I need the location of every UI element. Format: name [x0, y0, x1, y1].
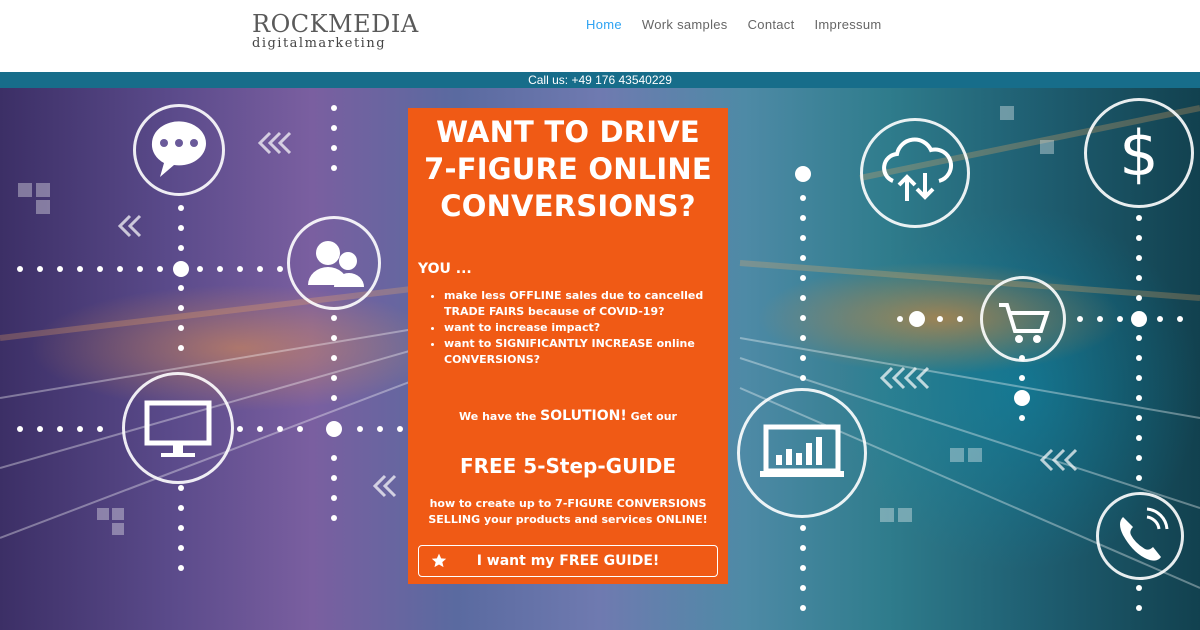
howto-line-1: how to create up to 7-FIGURE CONVERSIONS [429, 497, 707, 510]
promo-panel: WANT TO DRIVE 7-FIGURE ONLINE CONVERSION… [408, 108, 728, 584]
solution-prefix: We have the [459, 410, 537, 423]
headline-line-3: CONVERSIONS? [440, 189, 696, 223]
guide-title: FREE 5-Step-GUIDE [459, 454, 677, 478]
bullet-item: make less OFFLINE sales due to cancelled… [444, 288, 734, 320]
howto-line-2: SELLING your products and services ONLIN… [428, 513, 708, 526]
nav-contact[interactable]: Contact [748, 17, 795, 37]
chat-icon [133, 104, 225, 196]
free-guide-button[interactable]: I want my FREE GUIDE! [418, 545, 718, 577]
nav-home[interactable]: Home [586, 17, 622, 37]
solution-suffix: Get our [630, 410, 677, 423]
cta-label: I want my FREE GUIDE! [476, 553, 660, 569]
guide-description: how to create up to 7-FIGURE CONVERSIONS… [408, 496, 728, 528]
star-icon [431, 553, 447, 568]
bullet-item: want to increase impact? [444, 320, 734, 336]
nav-impressum[interactable]: Impressum [815, 17, 882, 37]
headline-line-1: WANT TO DRIVE [436, 115, 700, 149]
solution-emphasis: SOLUTION! [540, 408, 627, 424]
headline-line-2: 7-FIGURE ONLINE [424, 152, 712, 186]
logo-tagline: digitalmarketing [252, 36, 387, 51]
logo[interactable]: ROCKMEDIA digitalmarketing [252, 12, 418, 52]
monitor-icon [122, 372, 234, 484]
nav-work-samples[interactable]: Work samples [642, 17, 728, 37]
bullet-item: want to SIGNIFICANTLY INCREASE online CO… [444, 336, 734, 368]
phone-icon [1096, 492, 1184, 580]
cloud-sync-icon [860, 118, 970, 228]
dollar-icon: $ [1084, 98, 1194, 208]
hero-headline: WANT TO DRIVE 7-FIGURE ONLINE CONVERSION… [408, 114, 728, 225]
logo-text: ROCKMEDIA [252, 10, 419, 38]
site-header: ROCKMEDIA digitalmarketing Home Work sam… [0, 0, 1200, 72]
pain-points-list: make less OFFLINE sales due to cancelled… [430, 288, 734, 368]
cart-icon [980, 276, 1066, 362]
chart-icon [737, 388, 867, 518]
you-label: YOU ... [418, 261, 472, 277]
call-us-bar[interactable]: Call us: +49 176 43540229 [0, 72, 1200, 88]
main-nav: Home Work samples Contact Impressum [586, 17, 882, 37]
solution-text: We have the SOLUTION! Get our [408, 408, 728, 424]
hero-section: $ WANT TO DRIVE 7-FIGURE ONLINE CONVERSI… [0, 88, 1200, 630]
users-icon [287, 216, 381, 310]
svg-text:$: $ [1119, 117, 1158, 190]
